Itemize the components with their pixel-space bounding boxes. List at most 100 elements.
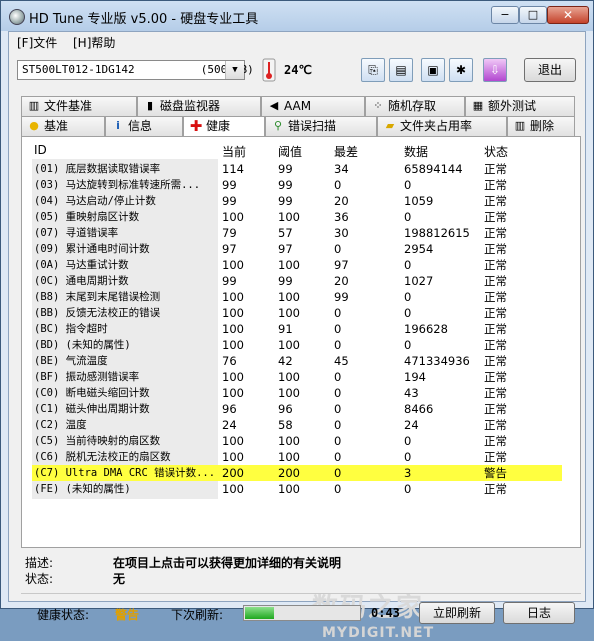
cell-current: 100 [222,338,244,352]
cell-threshold: 99 [278,194,293,208]
table-row[interactable]: (C5) 当前待映射的扇区数 100 100 0 0 正常 [32,433,562,449]
cell-current: 79 [222,226,237,240]
tab-disk-monitor[interactable]: ▮ 磁盘监视器 [137,96,261,116]
refresh-progress-bar [243,605,361,621]
info-icon: i [116,119,120,132]
table-row[interactable]: (BB) 反馈无法校正的错误 100 100 0 0 正常 [32,305,562,321]
column-header-id[interactable]: ID [34,143,47,157]
table-row[interactable]: (BD) (未知的属性) 100 100 0 0 正常 [32,337,562,353]
cell-id: (0C) 通电周期计数 [34,275,129,287]
table-row[interactable]: (C6) 脱机无法校正的扇区数 100 100 0 0 正常 [32,449,562,465]
table-row[interactable]: (03) 马达旋转到标准转速所需... 99 99 0 0 正常 [32,177,562,193]
toolbar: ST500LT012-1DG142 (500 gB) ▼ 24℃ ⎘ ▤ ▣ ✱… [9,52,585,92]
table-row[interactable]: (04) 马达启动/停止计数 99 99 20 1059 正常 [32,193,562,209]
table-row[interactable]: (BE) 气流温度 76 42 45 471334936 正常 [32,353,562,369]
drive-select[interactable]: ST500LT012-1DG142 (500 gB) ▼ [17,60,254,80]
cell-status: 正常 [484,274,507,288]
table-row[interactable]: (09) 累计通电时间计数 97 97 0 2954 正常 [32,241,562,257]
cell-current: 100 [222,434,244,448]
table-row[interactable]: (01) 底层数据读取错误率 114 99 34 65894144 正常 [32,161,562,177]
column-header-current[interactable]: 当前 [222,143,246,160]
tab-health[interactable]: ✚ 健康 [183,116,265,138]
cell-worst: 0 [334,402,342,416]
description-label: 描述: [25,556,54,570]
cell-worst: 0 [334,370,342,384]
exit-button[interactable]: 退出 [524,58,576,82]
table-row[interactable]: (FE) (未知的属性) 100 100 0 0 正常 [32,481,562,497]
table-row[interactable]: (B8) 末尾到末尾错误检测 100 100 99 0 正常 [32,289,562,305]
title-bar[interactable]: HD Tune 专业版 v5.00 - 硬盘专业工具 − □ ✕ [1,1,593,31]
cell-worst: 0 [334,306,342,320]
cell-threshold: 42 [278,354,293,368]
chevron-down-icon[interactable]: ▼ [225,61,244,79]
minimize-button[interactable]: − [491,6,519,24]
menu-help[interactable]: [H]帮助 [73,34,115,51]
tab-label: 文件基准 [44,99,93,113]
tab-random-access[interactable]: ⁘ 随机存取 [365,96,465,116]
description-area: 描述: 在项目上点击可以获得更加详细的有关说明 状态: 无 [21,550,581,590]
tab-folder-usage[interactable]: ▰ 文件夹占用率 [377,116,507,136]
cell-worst: 45 [334,354,349,368]
table-row[interactable]: (0C) 通电周期计数 99 99 20 1027 正常 [32,273,562,289]
benchmark-icon: ● [29,119,39,132]
close-button[interactable]: ✕ [547,6,589,24]
table-row[interactable]: (0A) 马达重试计数 100 100 97 0 正常 [32,257,562,273]
cell-status: 正常 [484,194,507,208]
cell-current: 76 [222,354,237,368]
tab-erase[interactable]: ▥ 删除 [507,116,575,136]
maximize-button[interactable]: □ [519,6,547,24]
save-icon[interactable]: ▣ [421,58,445,82]
cell-status: 警告 [484,466,507,480]
cell-current: 100 [222,322,244,336]
smart-table[interactable]: ID 当前 阈值 最差 数据 状态 (01) 底层数据读取错误率 114 99 34 6… [32,143,568,547]
cell-data: 24 [404,418,419,432]
cell-status: 正常 [484,370,507,384]
cell-data: 0 [404,258,412,272]
column-header-threshold[interactable]: 阈值 [278,143,302,160]
tab-extra-tests[interactable]: ▦ 额外测试 [465,96,575,116]
copy-screenshot-icon[interactable]: ▤ [389,58,413,82]
folder-usage-icon: ▰ [385,119,395,132]
app-icon [9,9,25,25]
table-row[interactable]: (C2) 温度 24 58 0 24 正常 [32,417,562,433]
tab-info[interactable]: i 信息 [105,116,183,136]
tab-benchmark[interactable]: ● 基准 [21,116,105,136]
cell-data: 1027 [404,274,434,288]
download-icon[interactable]: ⇩ [483,58,507,82]
table-row[interactable]: (BF) 振动感测错误率 100 100 0 194 正常 [32,369,562,385]
table-row[interactable]: (07) 寻道错误率 79 57 30 198812615 正常 [32,225,562,241]
cell-current: 97 [222,242,237,256]
refresh-countdown: 0:43 [371,606,400,620]
column-header-data[interactable]: 数据 [404,143,428,160]
options-icon[interactable]: ✱ [449,58,473,82]
cell-worst: 34 [334,162,349,176]
cell-worst: 0 [334,482,342,496]
table-row[interactable]: (BC) 指令超时 100 91 0 196628 正常 [32,321,562,337]
column-header-status[interactable]: 状态 [484,143,508,160]
tab-file-benchmark[interactable]: ▥ 文件基准 [21,96,137,116]
cell-data: 43 [404,386,419,400]
menu-file[interactable]: [F]文件 [17,34,57,51]
tab-error-scan[interactable]: ⚲ 错误扫描 [265,116,377,136]
cell-current: 100 [222,290,244,304]
cell-current: 100 [222,482,244,496]
table-row[interactable]: (05) 重映射扇区计数 100 100 36 0 正常 [32,209,562,225]
table-row[interactable]: (C0) 断电磁头缩回计数 100 100 0 43 正常 [32,385,562,401]
log-button[interactable]: 日志 [503,602,575,624]
cell-current: 100 [222,210,244,224]
cell-current: 100 [222,386,244,400]
column-header-worst[interactable]: 最差 [334,143,358,160]
disk-monitor-icon: ▮ [146,99,154,112]
cell-threshold: 100 [278,434,300,448]
table-row[interactable]: (C7) Ultra DMA CRC 错误计数... 200 200 0 3 警告 [32,465,562,481]
state-label: 状态: [25,572,54,586]
refresh-now-button[interactable]: 立即刷新 [419,602,495,624]
cell-current: 114 [222,162,244,176]
divider [21,593,581,594]
tab-aam[interactable]: ◀ AAM [261,96,365,116]
copy-text-icon[interactable]: ⎘ [361,58,385,82]
menu-bar: [F]文件 [H]帮助 [9,32,585,52]
cell-id: (BF) 振动感测错误率 [34,371,140,383]
table-row[interactable]: (C1) 磁头伸出周期计数 96 96 0 8466 正常 [32,401,562,417]
cell-id: (C2) 温度 [34,419,87,431]
